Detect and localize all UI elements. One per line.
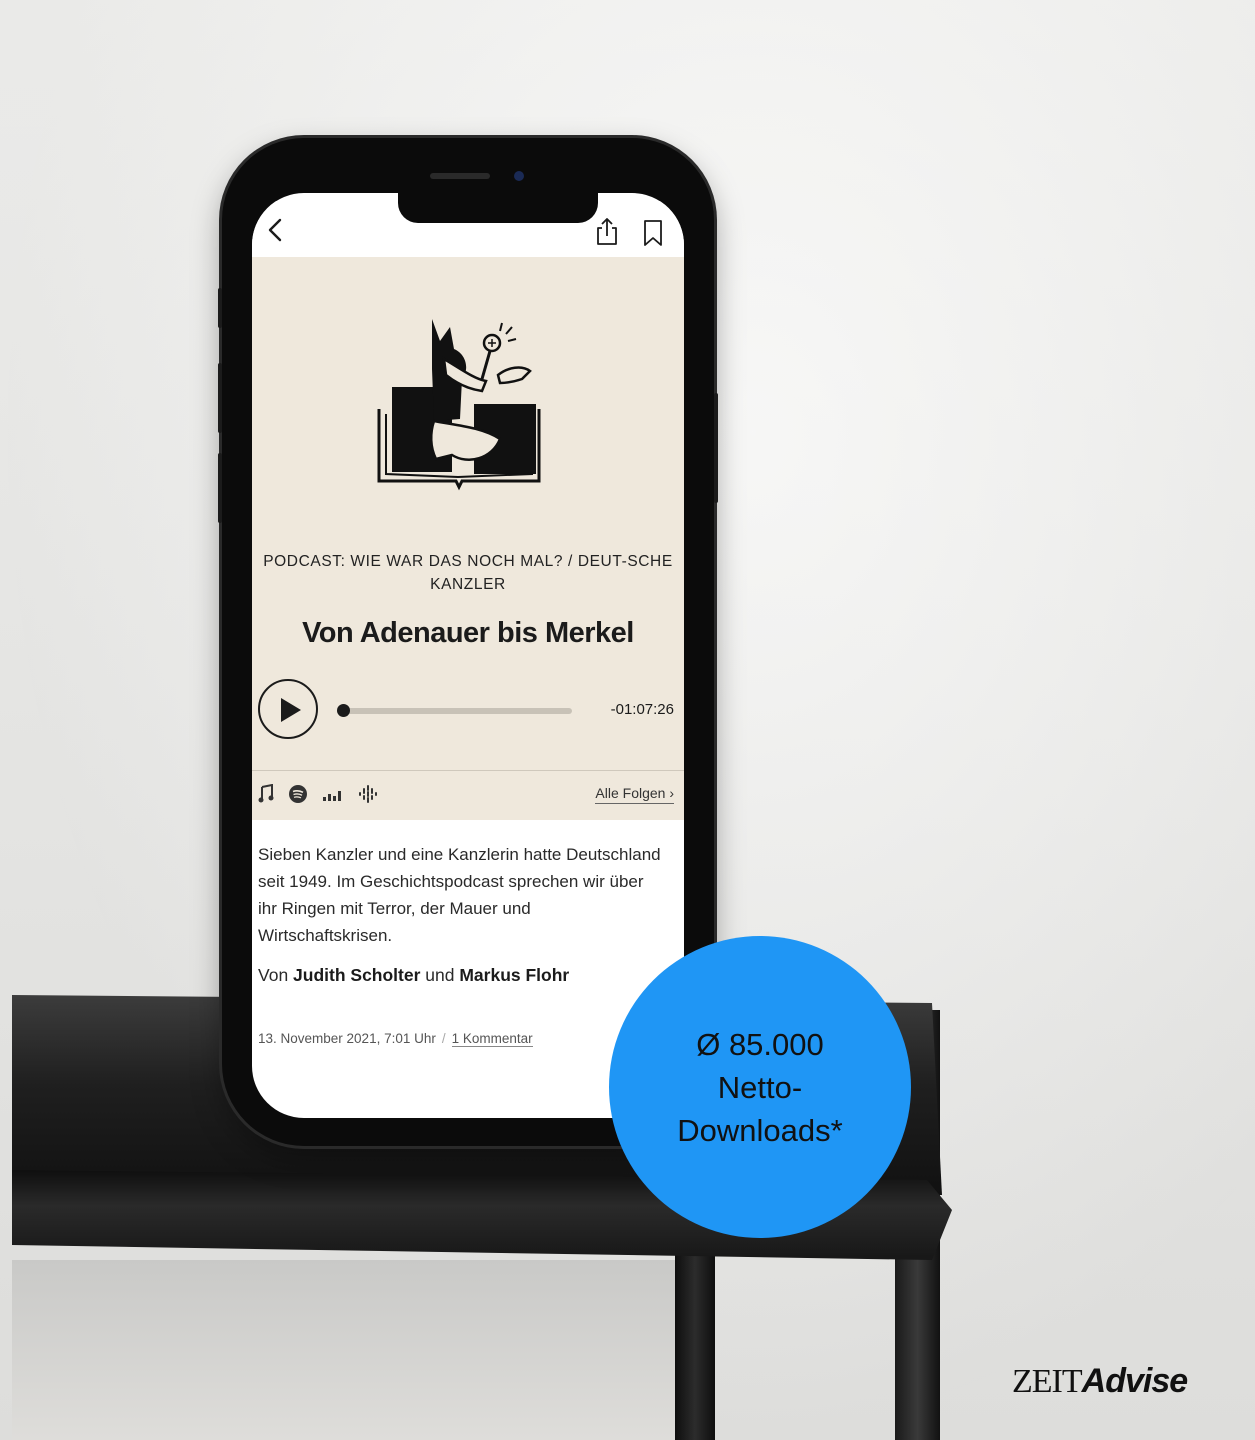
article-teaser: Sieben Kanzler und eine Kanzlerin hatte … — [258, 845, 661, 945]
downloads-badge: Ø 85.000 Netto- Downloads* — [609, 936, 911, 1238]
publish-date: 13. November 2021, 7:01 Uhr — [258, 1031, 436, 1046]
power-button — [714, 393, 718, 503]
front-camera — [514, 171, 524, 181]
all-episodes-link[interactable]: Alle Folgen › — [595, 785, 674, 804]
logo-advise: Advise — [1081, 1362, 1188, 1400]
play-button[interactable] — [258, 679, 318, 739]
play-icon — [281, 698, 301, 722]
authors-prefix: Von — [258, 965, 294, 985]
podcast-kicker: PODCAST: WIE WAR DAS NOCH MAL? / DEUT-SC… — [263, 553, 673, 593]
zeit-advise-logo: ZEITAdvise — [1012, 1362, 1227, 1412]
volume-up-button — [218, 363, 222, 433]
meta-separator: / — [441, 1031, 446, 1046]
podcast-illustration-icon — [377, 319, 541, 491]
platform-links: Alle Folgen › — [252, 780, 684, 810]
google-podcasts-icon[interactable] — [358, 784, 378, 804]
audio-progress-bar[interactable] — [344, 708, 572, 714]
author-name[interactable]: Judith Scholter — [293, 965, 420, 985]
table-leg-left — [675, 1250, 715, 1440]
phone-notch — [398, 193, 598, 223]
author-name[interactable]: Markus Flohr — [459, 965, 569, 985]
bookmark-icon[interactable] — [642, 219, 664, 247]
remaining-time: -01:07:26 — [610, 701, 674, 718]
back-arrow-icon[interactable] — [262, 215, 288, 245]
earpiece-speaker — [430, 173, 490, 179]
comments-link[interactable]: 1 Kommentar — [451, 1031, 533, 1047]
logo-zeit: ZEIT — [1012, 1363, 1083, 1400]
article-headline: Von Adenauer bis Merkel — [302, 617, 634, 649]
spotify-icon[interactable] — [288, 784, 308, 804]
badge-line-1: Ø 85.000 — [696, 1026, 824, 1062]
podcast-hero: PODCAST: WIE WAR DAS NOCH MAL? / DEUT-SC… — [252, 257, 684, 820]
floor — [12, 1260, 692, 1440]
audio-progress-knob[interactable] — [337, 704, 350, 717]
badge-line-2: Netto- — [717, 1069, 803, 1105]
silent-switch — [218, 288, 222, 328]
badge-line-3: Downloads* — [677, 1112, 843, 1148]
authors-connector: und — [420, 965, 460, 985]
apple-podcasts-icon[interactable] — [258, 784, 274, 804]
phone-screen: PODCAST: WIE WAR DAS NOCH MAL? / DEUT-SC… — [252, 193, 684, 1118]
divider — [252, 770, 684, 771]
deezer-icon[interactable] — [322, 784, 344, 804]
volume-down-button — [218, 453, 222, 523]
share-icon[interactable] — [594, 217, 620, 247]
article-authors: Von Judith Scholter und Markus Flohr — [258, 965, 678, 986]
